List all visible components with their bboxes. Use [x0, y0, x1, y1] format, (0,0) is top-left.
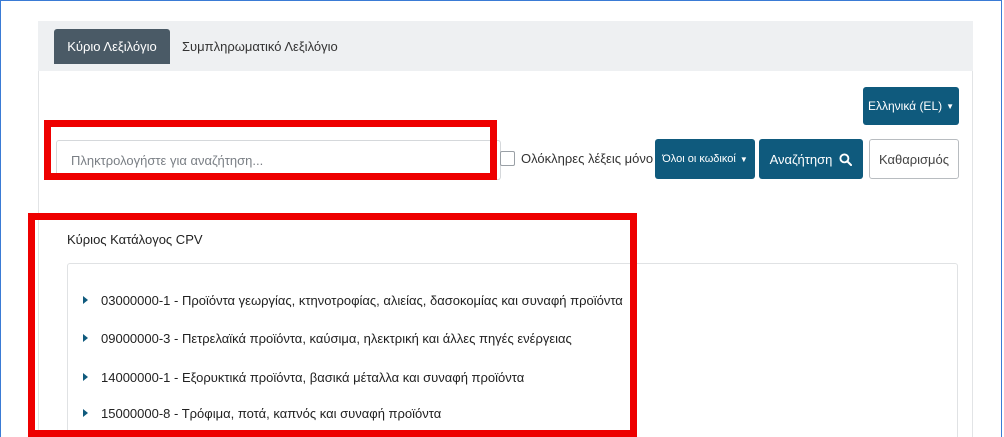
- whole-words-label: Ολόκληρες λέξεις μόνο: [521, 150, 654, 166]
- caret-down-icon: ▼: [739, 154, 748, 164]
- clear-button[interactable]: Καθαρισμός: [869, 139, 959, 179]
- search-button-label: Αναζήτηση: [769, 151, 833, 167]
- language-dropdown-button[interactable]: Ελληνικά (EL) ▼: [863, 87, 959, 125]
- whole-words-option[interactable]: Ολόκληρες λέξεις μόνο: [500, 148, 653, 168]
- clear-button-label: Καθαρισμός: [878, 151, 950, 167]
- tab-supplementary-vocabulary[interactable]: Συμπληρωματικό Λεξιλόγιο: [172, 29, 348, 64]
- search-icon: [839, 152, 853, 166]
- search-button[interactable]: Αναζήτηση: [759, 139, 863, 179]
- whole-words-checkbox[interactable]: [500, 150, 515, 166]
- codes-dropdown-button[interactable]: Όλοι οι κωδικοί ▼: [655, 139, 755, 179]
- highlight-box-catalog: [28, 213, 637, 437]
- language-label: Ελληνικά (EL): [867, 99, 943, 113]
- caret-down-icon: ▼: [946, 101, 955, 111]
- codes-dropdown-label: Όλοι οι κωδικοί: [662, 153, 736, 165]
- highlight-box-search: [44, 120, 497, 180]
- tab-main-vocabulary[interactable]: Κύριο Λεξιλόγιο: [54, 29, 170, 64]
